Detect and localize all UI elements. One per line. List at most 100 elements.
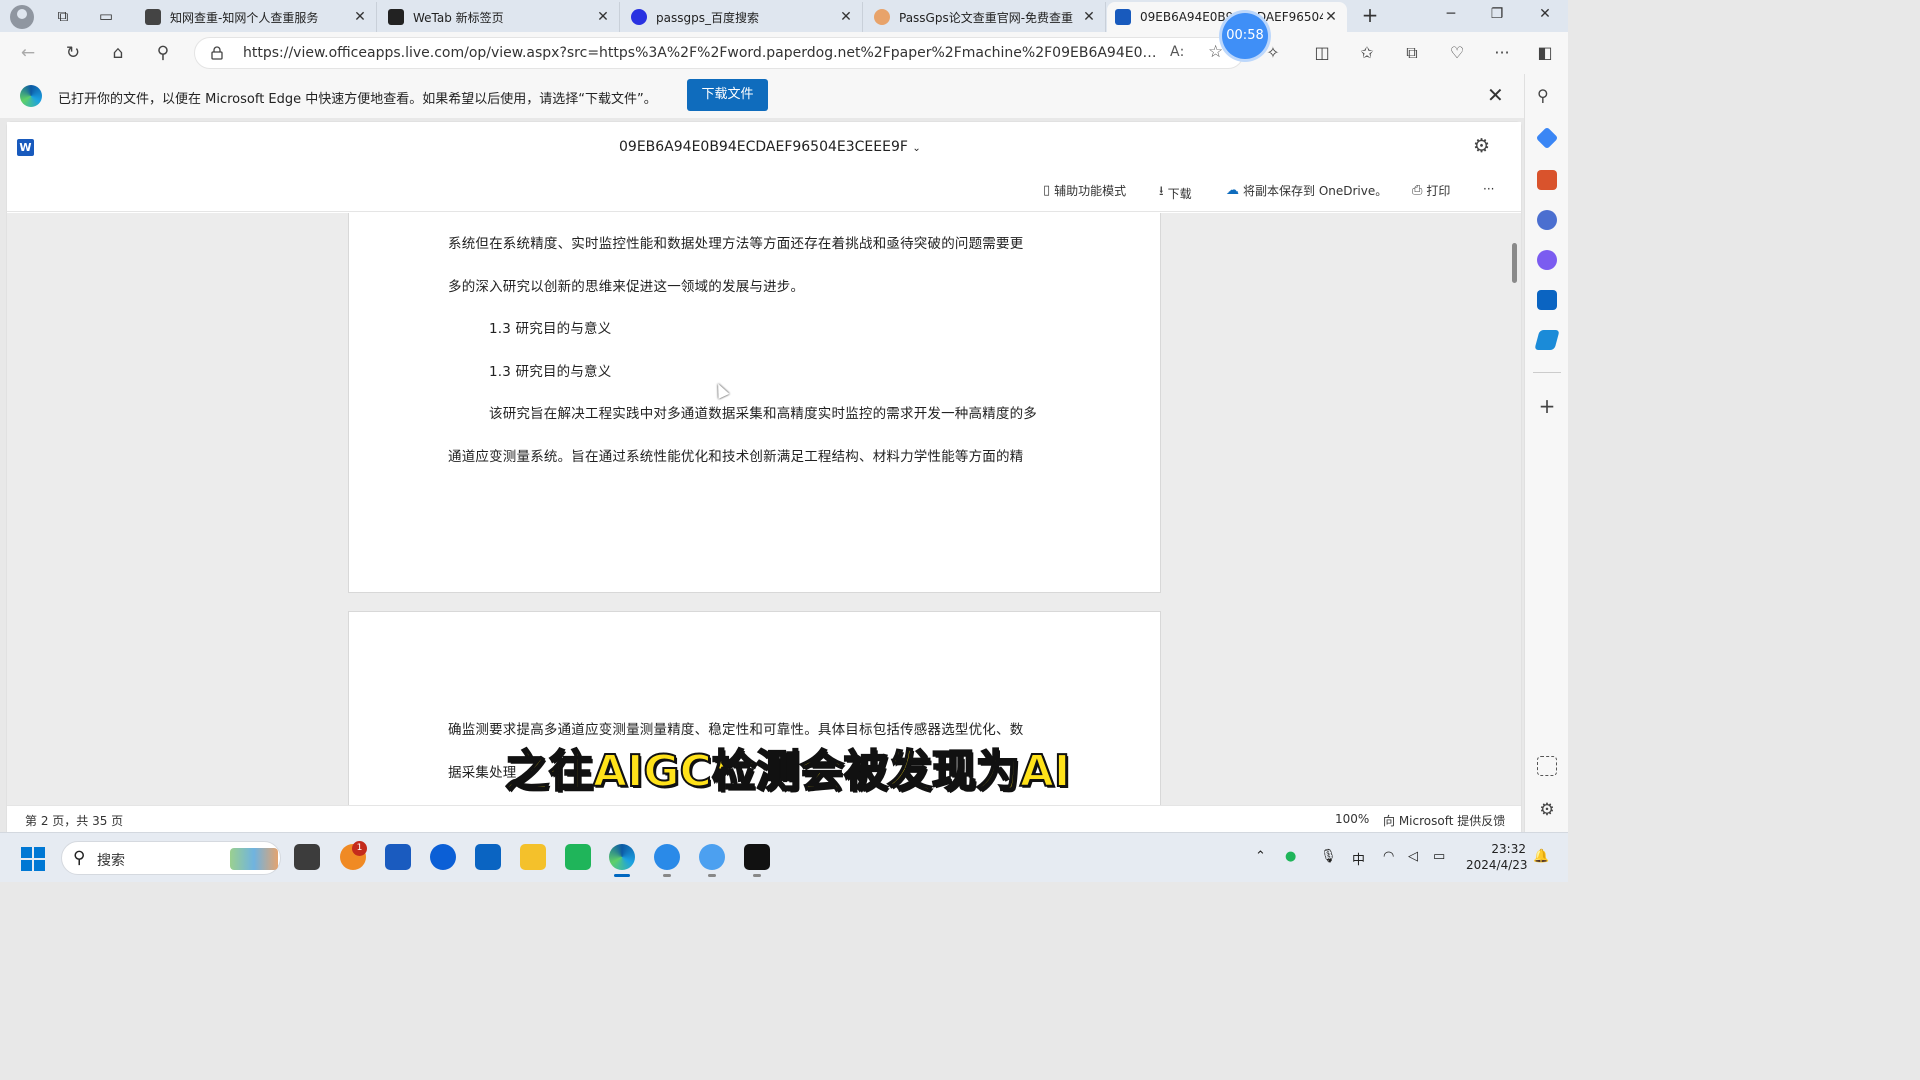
system-clock[interactable]: 23:32 2024/4/23 <box>1466 841 1528 873</box>
feedback-link[interactable]: 向 Microsoft 提供反馈 <box>1383 812 1505 829</box>
search-placeholder: 搜索 <box>97 853 125 869</box>
notification-badge: 1 <box>352 841 367 856</box>
file-explorer-icon[interactable] <box>520 844 546 870</box>
edge-info-bar: 已打开你的文件，以便在 Microsoft Edge 中快速方便地查看。如果希望… <box>0 74 1524 118</box>
volume-icon[interactable]: ◁ <box>1408 849 1418 864</box>
shopping-tag-icon[interactable] <box>1535 126 1559 150</box>
settings-more-icon[interactable]: ··· <box>1491 42 1513 64</box>
close-tab-icon[interactable]: ✕ <box>1323 9 1339 25</box>
printer-icon: ⎙ <box>1412 183 1423 198</box>
close-window-button[interactable]: ✕ <box>1530 6 1560 26</box>
wechat-tray-icon[interactable]: ● <box>1285 849 1296 864</box>
settings-gear-icon[interactable]: ⚙ <box>1473 135 1490 157</box>
tab-cnki[interactable]: 知网查重-知网个人查重服务 ✕ <box>137 2 377 32</box>
document-title-text: 09EB6A94E0B94ECDAEF96504E3CEEE9F <box>619 139 908 155</box>
download-button[interactable]: ⭳ 下载 <box>1159 182 1192 204</box>
document-title[interactable]: 09EB6A94E0B94ECDAEF96504E3CEEE9F ⌄ <box>619 139 921 155</box>
section-heading: 1.3 研究目的与意义 <box>489 321 612 337</box>
vertical-scrollbar[interactable] <box>1512 243 1517 283</box>
sidebar-toggle-icon[interactable]: ◧ <box>1534 42 1556 64</box>
back-button[interactable]: ← <box>16 41 40 65</box>
edge-legacy-icon[interactable] <box>654 844 680 877</box>
profile-avatar-icon[interactable] <box>10 5 34 29</box>
favorites-icon[interactable]: ✩ <box>1356 42 1378 64</box>
screenshot-icon[interactable] <box>1537 756 1557 776</box>
wechat-icon[interactable] <box>565 844 591 870</box>
clock-date: 2024/4/23 <box>1466 858 1528 872</box>
taskbar-search-box[interactable]: ⚲ 搜索 <box>61 841 281 875</box>
send-icon[interactable] <box>1534 330 1560 350</box>
workspaces-icon[interactable]: ⧉ <box>54 7 72 25</box>
print-label: 打印 <box>1426 184 1451 198</box>
collections-icon[interactable]: ⧉ <box>1401 42 1423 64</box>
tab-title: WeTab 新标签页 <box>413 10 504 25</box>
download-arrow-icon: ⭳ <box>1159 184 1164 199</box>
tab-favicon-icon <box>388 9 404 25</box>
ime-indicator[interactable]: 中 <box>1352 849 1365 868</box>
search-icon[interactable]: ⚲ <box>151 41 175 65</box>
clock-time: 23:32 <box>1491 842 1526 856</box>
add-icon[interactable]: + <box>1537 396 1557 416</box>
tab-strip: ⧉ ▭ 知网查重-知网个人查重服务 ✕ WeTab 新标签页 ✕ passgps… <box>0 0 1568 32</box>
word-favicon-icon <box>1115 9 1131 25</box>
save-to-onedrive-button[interactable]: ☁ 将副本保存到 OneDrive。 <box>1226 182 1387 199</box>
task-view-icon[interactable] <box>294 844 320 870</box>
url-text[interactable]: https://view.officeapps.live.com/op/view… <box>243 45 1163 61</box>
microsoft-store-icon[interactable] <box>385 844 411 870</box>
paragraph-line: 该研究旨在解决工程实践中对多通道数据采集和高精度实时监控的需求开发一种高精度的多 <box>489 406 1037 422</box>
accessibility-mode-button[interactable]: ▯ 辅助功能模式 <box>1043 182 1126 199</box>
edge-browser-icon[interactable] <box>609 844 635 877</box>
tab-favicon-icon <box>145 9 161 25</box>
close-tab-icon[interactable]: ✕ <box>1081 9 1097 25</box>
viewer-header: W 09EB6A94E0B94ECDAEF96504E3CEEE9F ⌄ ⚙ ▯… <box>7 122 1521 212</box>
print-button[interactable]: ⎙ 打印 <box>1412 182 1450 199</box>
home-button[interactable]: ⌂ <box>106 41 130 65</box>
tab-wetab[interactable]: WeTab 新标签页 ✕ <box>380 2 620 32</box>
read-aloud-icon[interactable]: A꞉ <box>1170 44 1184 60</box>
mail-icon[interactable] <box>475 844 501 870</box>
notification-bell-icon[interactable]: 🔔 <box>1533 849 1549 864</box>
refresh-button[interactable]: ↻ <box>61 41 85 65</box>
download-label: 下载 <box>1167 186 1192 201</box>
tab-favicon-icon <box>631 9 647 25</box>
download-file-button[interactable]: 下载文件 <box>687 79 768 111</box>
settings-gear-icon[interactable]: ⚙ <box>1537 800 1557 820</box>
tab-passgps[interactable]: PassGps论文查重官网-免费查重 ✕ <box>866 2 1106 32</box>
close-icon[interactable]: ✕ <box>1487 83 1504 107</box>
chevron-up-icon[interactable]: ⌃ <box>1255 849 1266 864</box>
start-windows-icon[interactable] <box>21 847 45 871</box>
tools-icon[interactable] <box>1537 170 1557 190</box>
vertical-tabs-icon[interactable]: ▭ <box>97 7 115 25</box>
tab-title: passgps_百度搜索 <box>656 10 759 25</box>
close-tab-icon[interactable]: ✕ <box>838 9 854 25</box>
zoom-level[interactable]: 100% <box>1335 812 1369 826</box>
tab-baidu[interactable]: passgps_百度搜索 ✕ <box>623 2 863 32</box>
battery-icon[interactable]: ▭ <box>1433 849 1445 864</box>
word-logo-icon: W <box>17 139 34 156</box>
browser-essentials-icon[interactable]: ♡ <box>1446 42 1468 64</box>
more-options-button[interactable]: ··· <box>1483 182 1494 196</box>
section-heading: 1.3 研究目的与意义 <box>489 364 612 380</box>
close-tab-icon[interactable]: ✕ <box>595 9 611 25</box>
wifi-icon[interactable]: ◠ <box>1383 849 1394 864</box>
app-chat-icon[interactable] <box>699 844 725 877</box>
search-icon[interactable]: ⚲ <box>1537 86 1557 106</box>
favorite-star-icon[interactable]: ☆ <box>1208 42 1223 62</box>
windows-taskbar: ⚲ 搜索 1 ⌃ ● 🎙 中 ◠ ◁ ▭ 23:32 2024/4/23 🔔 <box>0 832 1568 882</box>
accessibility-doc-icon: ▯ <box>1043 183 1051 198</box>
split-screen-icon[interactable]: ◫ <box>1311 42 1333 64</box>
paragraph-line: 多的深入研究以创新的思维来促进这一领域的发展与进步。 <box>448 279 805 295</box>
games-icon[interactable] <box>1537 210 1557 230</box>
close-tab-icon[interactable]: ✕ <box>352 9 368 25</box>
capcut-icon[interactable] <box>744 844 770 877</box>
address-bar[interactable]: https://view.officeapps.live.com/op/view… <box>194 37 1244 69</box>
document-canvas[interactable]: 系统但在系统精度、实时监控性能和数据处理方法等方面还存在着挑战和亟待突破的问题需… <box>7 213 1521 805</box>
microphone-icon[interactable]: 🎙 <box>1320 849 1337 864</box>
restore-button[interactable]: ❐ <box>1482 6 1512 26</box>
app-blue-u-icon[interactable] <box>430 844 456 870</box>
lock-icon[interactable] <box>211 46 223 60</box>
copilot-icon[interactable] <box>1537 250 1557 270</box>
minimize-button[interactable]: ─ <box>1436 6 1466 26</box>
new-tab-button[interactable]: + <box>1359 5 1381 27</box>
outlook-icon[interactable] <box>1537 290 1557 310</box>
